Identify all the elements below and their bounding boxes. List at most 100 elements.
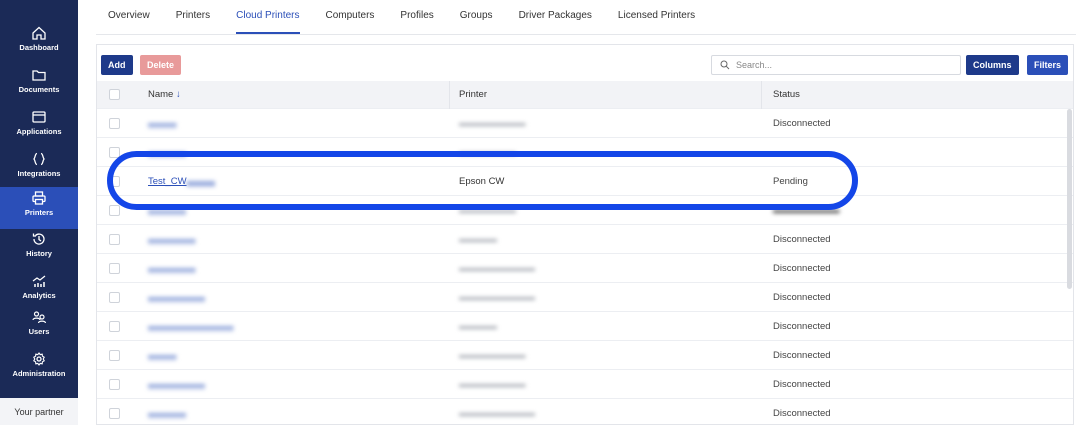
tab-overview[interactable]: Overview (108, 10, 150, 34)
printer-name-link[interactable]: ▬▬▬▬▬ (148, 234, 196, 245)
table-row[interactable]: Test_CW▬▬▬ Epson CW Pending (97, 167, 1073, 196)
row-checkbox[interactable] (109, 262, 120, 274)
table-row[interactable]: ▬▬▬▬▬▬ ▬▬▬▬▬▬▬ Disconnected (97, 370, 1073, 399)
printer-model: Epson CW (459, 175, 505, 187)
partner-label: Your partner (0, 398, 78, 425)
tab-bar: Overview Printers Cloud Printers Compute… (108, 10, 721, 34)
table-row[interactable]: ▬▬▬▬▬▬▬▬▬ ▬▬▬▬ Disconnected (97, 312, 1073, 341)
nav-users[interactable]: Users (0, 306, 78, 346)
printer-name-text: Test_CW (148, 175, 187, 187)
printer-model: ▬▬▬▬ (459, 233, 497, 245)
window-icon (32, 111, 46, 123)
tab-computers[interactable]: Computers (326, 10, 375, 34)
tab-groups[interactable]: Groups (460, 10, 493, 34)
row-checkbox[interactable] (109, 233, 120, 245)
nav-documents[interactable]: Documents (0, 64, 78, 104)
nav-users-label: Users (28, 327, 50, 336)
users-icon (32, 311, 47, 324)
tab-divider (96, 34, 1076, 35)
printer-name-link[interactable]: Test_CW▬▬▬ (148, 176, 215, 187)
printer-model: ▬▬▬▬▬▬ (459, 146, 516, 158)
delete-button[interactable]: Delete (140, 55, 182, 75)
nav-printers[interactable]: Printers (0, 187, 78, 229)
printer-name-link[interactable]: ▬▬▬▬▬▬ (148, 292, 205, 303)
printer-model: ▬▬▬▬▬▬▬ (459, 117, 526, 129)
printer-name-link[interactable]: ▬▬▬▬ (148, 205, 186, 216)
analytics-icon (32, 275, 46, 287)
table-header: Name ↓ Printer Status (97, 81, 1073, 109)
printer-status: Disconnected (773, 320, 831, 332)
table-row[interactable]: ▬▬▬ ▬▬▬▬▬▬▬ Disconnected (97, 109, 1073, 138)
printer-name-link[interactable]: ▬▬▬ (148, 350, 177, 361)
table-row[interactable]: ▬▬▬▬▬ ▬▬▬▬▬▬▬▬ Disconnected (97, 254, 1073, 283)
printer-model: ▬▬▬▬▬▬ (459, 204, 516, 216)
column-header-printer[interactable]: Printer (459, 89, 487, 100)
row-checkbox[interactable] (109, 117, 120, 129)
nav-dashboard[interactable]: Dashboard (0, 22, 78, 62)
printer-name-link[interactable]: ▬▬▬▬▬ (148, 263, 196, 274)
printer-name-link[interactable]: ▬▬▬▬▬▬ (148, 379, 205, 390)
printer-name-link[interactable]: ▬▬▬▬ (148, 147, 186, 158)
gear-icon (33, 352, 45, 366)
printer-name-link[interactable]: ▬▬▬▬▬▬▬▬▬ (148, 321, 234, 332)
printer-model: ▬▬▬▬ (459, 320, 497, 332)
nav-history[interactable]: History (0, 228, 78, 268)
printer-status: Disconnected (773, 291, 831, 303)
table-row[interactable]: ▬▬▬▬▬ ▬▬▬▬ Disconnected (97, 225, 1073, 254)
row-checkbox[interactable] (109, 291, 120, 303)
row-checkbox[interactable] (109, 175, 120, 187)
nav-applications-label: Applications (16, 127, 62, 136)
toolbar: Add Delete Columns Filters (101, 55, 1071, 75)
printer-status: Disconnected (773, 262, 831, 274)
tab-driver-packages[interactable]: Driver Packages (519, 10, 592, 34)
row-checkbox[interactable] (109, 378, 120, 390)
printer-status: Disconnected (773, 117, 831, 129)
select-all-checkbox[interactable] (109, 89, 120, 100)
add-button[interactable]: Add (101, 55, 133, 75)
printer-icon (32, 191, 46, 205)
printer-model: ▬▬▬▬▬▬▬ (459, 349, 526, 361)
printer-model: ▬▬▬▬▬▬▬ (459, 378, 526, 390)
table-row[interactable]: ▬▬▬▬▬▬ ▬▬▬▬▬▬▬▬ Disconnected (97, 283, 1073, 312)
sort-down-icon[interactable]: ↓ (176, 89, 181, 100)
nav-applications[interactable]: Applications (0, 106, 78, 146)
row-checkbox[interactable] (109, 146, 120, 158)
table-row[interactable]: ▬▬▬ ▬▬▬▬▬▬▬ Disconnected (97, 341, 1073, 370)
printer-model: ▬▬▬▬▬▬▬▬ (459, 407, 535, 419)
tab-profiles[interactable]: Profiles (400, 10, 433, 34)
printer-model: ▬▬▬▬▬▬▬▬ (459, 262, 535, 274)
tab-licensed-printers[interactable]: Licensed Printers (618, 10, 695, 34)
printer-model: ▬▬▬▬▬▬▬▬ (459, 291, 535, 303)
printer-name-link[interactable]: ▬▬▬▬ (148, 408, 186, 419)
nav-analytics[interactable]: Analytics (0, 270, 78, 310)
home-icon (32, 26, 46, 40)
filters-button[interactable]: Filters (1027, 55, 1069, 75)
tab-cloud-printers[interactable]: Cloud Printers (236, 10, 300, 34)
column-header-status[interactable]: Status (773, 89, 800, 100)
nav-administration[interactable]: Administration (0, 348, 78, 388)
redacted-text: ▬▬▬ (186, 175, 216, 187)
nav-history-label: History (26, 249, 52, 258)
search-box[interactable] (711, 55, 961, 75)
row-checkbox[interactable] (109, 349, 120, 361)
nav-integrations-label: Integrations (17, 169, 61, 178)
printer-name-link[interactable]: ▬▬▬ (148, 118, 177, 129)
nav-administration-label: Administration (12, 369, 66, 378)
row-checkbox[interactable] (109, 204, 120, 216)
table-row[interactable]: ▬▬▬▬ ▬▬▬▬▬▬ (97, 138, 1073, 167)
columns-button[interactable]: Columns (966, 55, 1019, 75)
search-input[interactable] (736, 60, 956, 70)
printer-status: Disconnected (773, 407, 831, 419)
table-scrollbar[interactable] (1067, 109, 1072, 289)
table-row[interactable]: ▬▬▬▬ ▬▬▬▬▬▬▬▬ Disconnected (97, 399, 1073, 425)
nav-dashboard-label: Dashboard (19, 43, 59, 52)
tab-printers[interactable]: Printers (176, 10, 210, 34)
nav-integrations[interactable]: Integrations (0, 148, 78, 188)
table-row[interactable]: ▬▬▬▬ ▬▬▬▬▬▬ ▬▬▬▬▬▬▬ (97, 196, 1073, 225)
row-checkbox[interactable] (109, 320, 120, 332)
column-divider (449, 81, 450, 109)
search-icon (720, 60, 730, 70)
printer-status: Disconnected (773, 233, 831, 245)
row-checkbox[interactable] (109, 407, 120, 419)
column-header-name[interactable]: Name ↓ (148, 89, 181, 100)
